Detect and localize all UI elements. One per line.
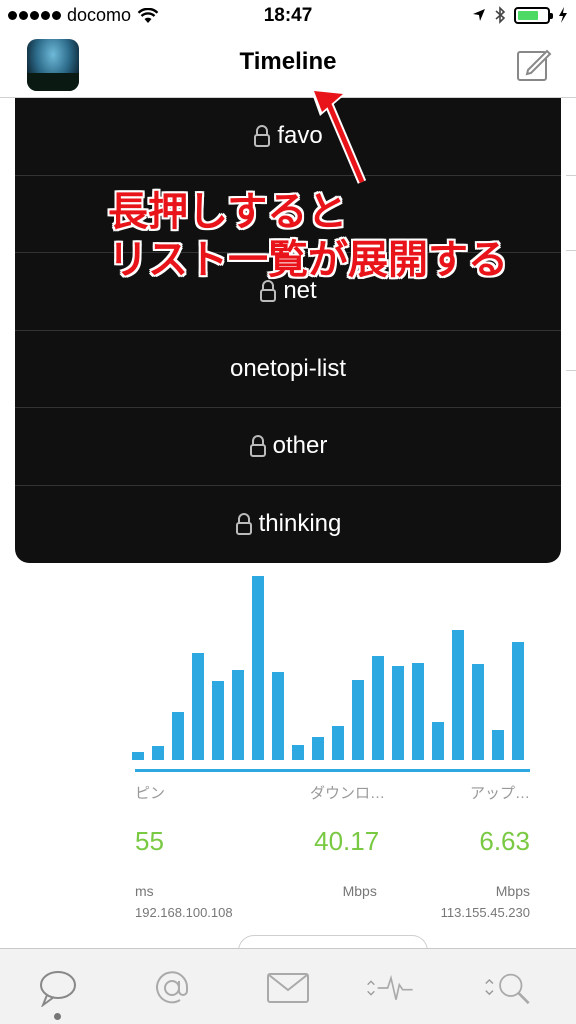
- background-divider: [566, 250, 576, 251]
- activity-icon: [367, 974, 413, 1000]
- list-item-label: thinking: [258, 510, 342, 538]
- speech-bubble-icon: [40, 971, 76, 1007]
- mail-icon: [267, 973, 309, 1003]
- charging-bolt-icon: [559, 7, 567, 23]
- lock-icon: [254, 125, 271, 148]
- tab-activity[interactable]: [366, 967, 416, 1009]
- chart-bar: [432, 722, 444, 760]
- download-label: ダウンロ…: [309, 785, 385, 802]
- background-divider: [566, 175, 576, 176]
- upload-label: アップ…: [469, 785, 530, 802]
- lock-icon: [249, 435, 266, 458]
- chart-bar: [252, 576, 264, 760]
- chart-bar: [272, 672, 284, 760]
- chart-bar: [312, 737, 324, 760]
- lock-icon: [235, 513, 252, 536]
- chart-bar: [392, 666, 404, 760]
- battery-icon: [514, 6, 553, 24]
- navigation-bar: Timeline: [0, 34, 576, 98]
- remote-ip: 113.155.45.230: [440, 905, 530, 920]
- tab-bar: [0, 948, 576, 1024]
- ping-value: 55: [135, 826, 164, 856]
- tab-messages[interactable]: [263, 967, 313, 1009]
- status-bar: docomo 18:47: [0, 0, 576, 34]
- ip-addresses: 192.168.100.108 113.155.45.230: [135, 905, 530, 920]
- chart-bar: [192, 653, 204, 760]
- chart-bar: [132, 752, 144, 760]
- tab-timeline[interactable]: [33, 967, 83, 1009]
- ping-unit: ms: [135, 883, 154, 899]
- list-item-label: other: [272, 432, 328, 460]
- stat-labels: ピン ダウンロ… アップ…: [135, 782, 530, 803]
- location-arrow-icon: [473, 9, 485, 21]
- chart-bar: [492, 730, 504, 760]
- chart-baseline: [135, 769, 530, 772]
- active-tab-indicator: [54, 1013, 61, 1020]
- chart-bar: [152, 746, 164, 760]
- chart-bar: [232, 670, 244, 760]
- speed-chart: [132, 576, 524, 760]
- tab-mentions[interactable]: [147, 967, 197, 1009]
- chart-bar: [452, 630, 464, 760]
- annotation-line-2: リスト一覧が展開する: [108, 237, 508, 283]
- annotation-line-1: 長押しすると: [108, 189, 348, 235]
- compose-icon[interactable]: [516, 46, 552, 82]
- list-dropdown: favo net onetopi-list other thinking: [15, 98, 561, 563]
- list-item-onetopi-list[interactable]: onetopi-list: [15, 331, 561, 408]
- chart-bar: [412, 663, 424, 760]
- chart-bar: [212, 681, 224, 760]
- upload-unit: Mbps: [495, 883, 530, 899]
- chart-bar: [332, 726, 344, 760]
- search-icon: [485, 973, 530, 1005]
- at-sign-icon: [156, 971, 189, 1004]
- ping-label: ピン: [135, 785, 166, 802]
- chart-bar: [352, 680, 364, 760]
- list-item-label: onetopi-list: [229, 354, 347, 382]
- chart-bar: [172, 712, 184, 760]
- upload-value: 6.63: [479, 826, 530, 856]
- bluetooth-icon: [495, 6, 506, 24]
- chart-bar: [292, 745, 304, 760]
- list-item-thinking[interactable]: thinking: [15, 486, 561, 564]
- annotation-arrow-icon: [310, 88, 367, 184]
- local-ip: 192.168.100.108: [135, 905, 233, 920]
- background-divider: [566, 370, 576, 371]
- download-unit: Mbps: [342, 883, 377, 899]
- chart-bar: [472, 664, 484, 760]
- status-right: [472, 5, 568, 25]
- annotation-text: 長押しすると リスト一覧が展開する: [108, 188, 508, 284]
- stat-values: 55 40.17 6.63: [135, 826, 530, 857]
- download-value: 40.17: [314, 826, 380, 856]
- list-item-favo[interactable]: favo: [15, 98, 561, 176]
- stat-units: ms Mbps Mbps: [135, 883, 530, 899]
- chart-bar: [372, 656, 384, 760]
- chart-bar: [512, 642, 524, 760]
- page-title[interactable]: Timeline: [0, 48, 576, 76]
- tab-search[interactable]: [484, 967, 534, 1009]
- list-item-other[interactable]: other: [15, 408, 561, 486]
